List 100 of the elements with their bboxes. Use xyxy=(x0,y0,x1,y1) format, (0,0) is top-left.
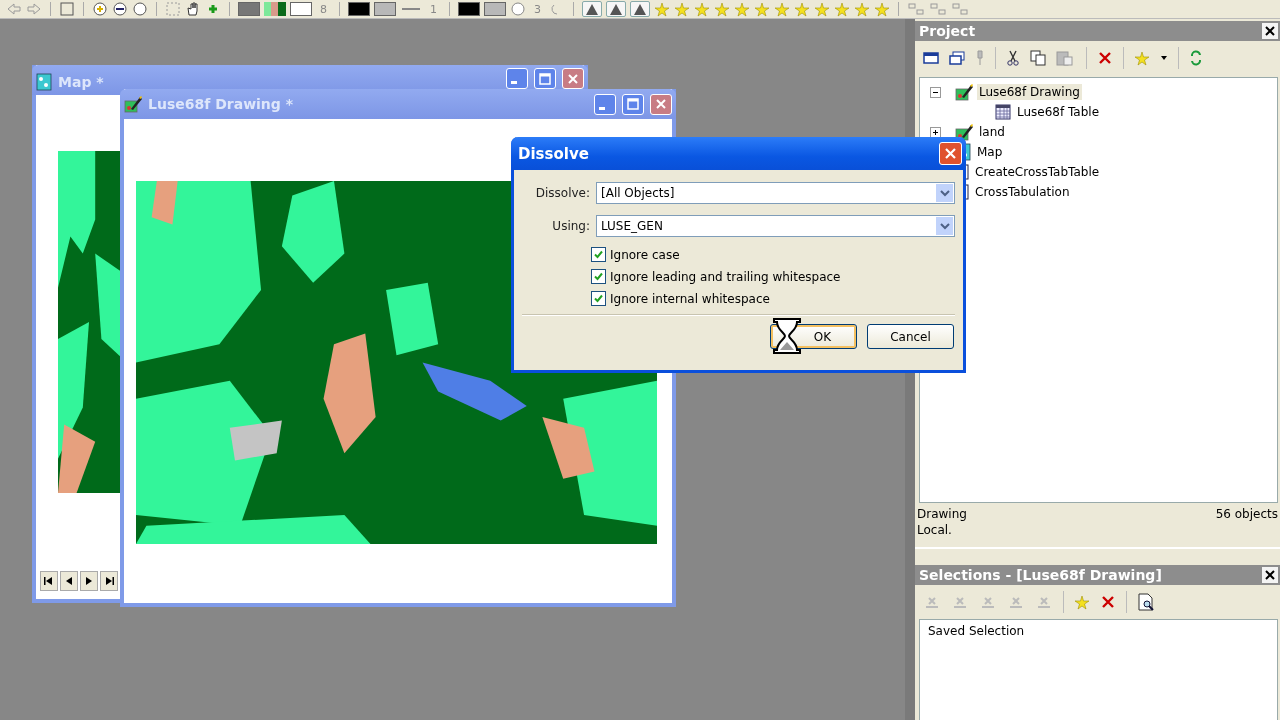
cancel-button[interactable]: Cancel xyxy=(867,324,954,349)
check-icon xyxy=(594,272,603,281)
close-icon xyxy=(567,72,579,85)
star-icon[interactable] xyxy=(814,1,830,17)
pin-icon[interactable] xyxy=(975,50,985,66)
maximize-button[interactable] xyxy=(534,68,556,89)
prev-page-button[interactable] xyxy=(60,571,78,591)
zoom-icon[interactable] xyxy=(59,2,75,16)
drawing-icon[interactable] xyxy=(124,95,142,113)
toolbar-value: 8 xyxy=(319,2,328,16)
zoom-out-icon[interactable] xyxy=(132,2,148,16)
maximize-icon xyxy=(539,72,551,85)
star-icon[interactable] xyxy=(834,1,850,17)
star-icon[interactable] xyxy=(674,1,690,17)
color-swatch[interactable] xyxy=(348,2,370,16)
circle-icon[interactable] xyxy=(510,2,526,16)
tree-item[interactable]: Luse68f Table xyxy=(1015,104,1102,120)
copy-icon[interactable] xyxy=(1030,50,1046,66)
close-button[interactable] xyxy=(1262,567,1278,583)
minimize-button[interactable] xyxy=(594,93,616,115)
color-swatch[interactable] xyxy=(484,2,506,16)
last-page-button[interactable] xyxy=(100,571,118,591)
left-triangle-icon xyxy=(44,576,54,586)
star-icon[interactable] xyxy=(854,1,870,17)
table-icon[interactable] xyxy=(995,104,1011,120)
preview-icon[interactable] xyxy=(1137,593,1155,611)
align-icon[interactable] xyxy=(951,2,969,16)
minimize-icon xyxy=(511,81,517,84)
delete-icon[interactable] xyxy=(1100,594,1116,610)
minimize-icon xyxy=(599,106,605,110)
window-icon[interactable] xyxy=(923,51,939,65)
paste-icon[interactable] xyxy=(1056,50,1076,66)
window-title: Map * xyxy=(58,73,105,90)
close-icon xyxy=(1264,569,1276,581)
field-label: Dissolve: xyxy=(534,186,591,200)
tree-item[interactable]: land xyxy=(977,124,1007,140)
delete-icon[interactable] xyxy=(1097,50,1113,66)
triangle-icon[interactable] xyxy=(607,2,625,16)
field-label: Using: xyxy=(551,219,591,233)
star-icon[interactable] xyxy=(734,1,750,17)
align-icon[interactable] xyxy=(929,2,947,16)
windows-icon[interactable] xyxy=(949,51,965,65)
drawing-icon[interactable] xyxy=(955,83,973,101)
minimize-button[interactable] xyxy=(506,68,528,89)
palette-icon[interactable] xyxy=(264,2,286,16)
color-swatch[interactable] xyxy=(458,2,480,16)
checkbox-option[interactable]: Ignore internal whitespace xyxy=(591,291,963,306)
star-icon[interactable] xyxy=(754,1,770,17)
star-icon[interactable] xyxy=(1134,50,1150,66)
caret-icon[interactable] xyxy=(1160,54,1168,62)
location-text: Local. xyxy=(917,523,952,537)
back-arrow-icon[interactable] xyxy=(6,2,22,16)
next-page-button[interactable] xyxy=(80,571,98,591)
window-title: Luse68f Drawing * xyxy=(148,96,295,112)
checkbox-option[interactable]: Ignore leading and trailing whitespace xyxy=(591,269,963,284)
close-icon xyxy=(944,147,957,160)
zoom-in-icon[interactable] xyxy=(92,2,108,16)
color-swatch[interactable] xyxy=(290,2,312,16)
tree-item[interactable]: CreateCrossTabTable xyxy=(973,164,1102,180)
map-icon[interactable] xyxy=(36,72,52,91)
tree-item[interactable]: CrossTabulation xyxy=(973,184,1072,200)
star-icon[interactable] xyxy=(694,1,710,17)
star-icon[interactable] xyxy=(1074,594,1090,610)
star-icon[interactable] xyxy=(874,1,890,17)
cut-icon[interactable] xyxy=(1006,50,1020,66)
color-swatch[interactable] xyxy=(238,2,260,16)
collapse-button[interactable] xyxy=(930,86,941,98)
tree-item[interactable]: Luse68f Drawing xyxy=(977,84,1082,100)
left-triangle-icon xyxy=(64,576,74,586)
star-icon[interactable] xyxy=(654,1,670,17)
checkbox[interactable] xyxy=(591,247,606,262)
star-icon[interactable] xyxy=(794,1,810,17)
dropdown[interactable]: [All Objects] xyxy=(596,182,955,204)
right-triangle-icon xyxy=(104,576,114,586)
star-icon[interactable] xyxy=(774,1,790,17)
zoom-width-icon[interactable] xyxy=(112,2,128,16)
chevron-down-icon xyxy=(939,222,950,230)
close-button[interactable] xyxy=(1262,23,1278,39)
checkbox[interactable] xyxy=(591,291,606,306)
check-icon xyxy=(594,294,603,303)
checkbox-option[interactable]: Ignore case xyxy=(591,247,963,262)
dropdown[interactable]: LUSE_GEN xyxy=(596,215,955,237)
panel-title: Project xyxy=(919,23,977,39)
first-page-button[interactable] xyxy=(40,571,58,591)
triangle-icon[interactable] xyxy=(631,2,649,16)
maximize-icon xyxy=(627,98,639,110)
checkbox[interactable] xyxy=(591,269,606,284)
hand-icon[interactable] xyxy=(185,2,201,16)
tree-item[interactable]: Map xyxy=(975,144,1005,160)
maximize-button[interactable] xyxy=(622,93,644,115)
list-item[interactable]: Saved Selection xyxy=(928,624,1269,638)
object-count: 56 objects xyxy=(1215,507,1278,521)
star-icon[interactable] xyxy=(714,1,730,17)
color-swatch[interactable] xyxy=(374,2,396,16)
toolbar-value: 3 xyxy=(533,2,542,16)
forward-arrow-icon[interactable] xyxy=(26,2,42,16)
triangle-icon[interactable] xyxy=(583,2,601,16)
refresh-icon[interactable] xyxy=(1189,50,1203,66)
align-icon[interactable] xyxy=(907,2,925,16)
panel-title: Selections - [Luse68f Drawing] xyxy=(919,567,1163,583)
